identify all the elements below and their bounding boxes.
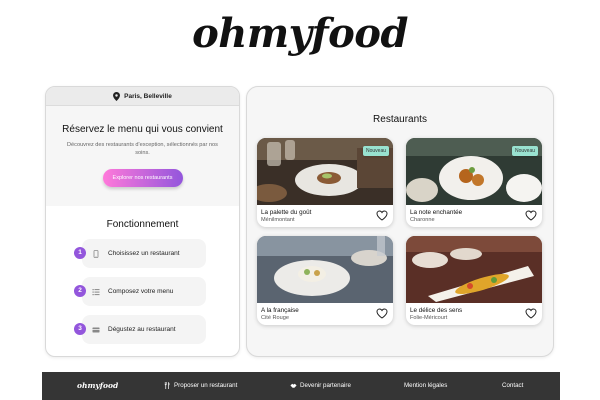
restaurant-card-4[interactable]: Le délice des sens Folie-Méricourt	[406, 236, 542, 325]
footer-link-partner[interactable]: Devenir partenaire	[290, 382, 351, 389]
site-logo[interactable]: ohmyfood	[0, 10, 600, 57]
restaurant-name: A la française	[261, 307, 299, 314]
hero-section: Réservez le menu qui vous convient Décou…	[46, 106, 239, 206]
footer-link-label: Proposer un restaurant	[174, 382, 238, 389]
footer-link-legal[interactable]: Mention légales	[404, 382, 447, 389]
explore-restaurants-button[interactable]: Explorer nos restaurants	[102, 169, 183, 188]
restaurants-panel: Restaurants Nouveau La palette du goût M…	[246, 86, 554, 357]
footer-link-label: Mention légales	[404, 382, 448, 389]
heart-icon[interactable]	[376, 210, 388, 221]
restaurant-photo	[406, 236, 542, 303]
restaurant-card-3[interactable]: A la française Cité Rouge	[257, 236, 393, 325]
step-number: 1	[74, 247, 86, 259]
restaurant-info: Le délice des sens Folie-Méricourt	[406, 303, 542, 325]
mobile-icon	[93, 249, 99, 258]
step-enjoy[interactable]: 3 Dégustez au restaurant	[74, 315, 206, 344]
step-choose-restaurant[interactable]: 1 Choisissez un restaurant	[74, 239, 206, 268]
footer-link-propose[interactable]: Proposer un restaurant	[164, 382, 237, 389]
list-icon	[92, 288, 100, 295]
step-label: Choisissez un restaurant	[108, 250, 180, 257]
heart-icon[interactable]	[525, 210, 537, 221]
how-it-works-title: Fonctionnement	[106, 219, 179, 230]
location-pin-icon	[113, 91, 121, 101]
restaurant-name: La note enchantée	[410, 209, 463, 216]
footer-logo[interactable]: ohmyfood	[77, 381, 118, 390]
restaurant-area: Cité Rouge	[261, 315, 289, 321]
restaurant-info: La palette du goût Ménilmontant	[257, 205, 393, 227]
booking-panel: Paris, Belleville Réservez le menu qui v…	[45, 86, 240, 357]
footer-link-contact[interactable]: Contact	[502, 382, 523, 389]
tray-icon	[92, 327, 100, 332]
hero-title: Réservez le menu qui vous convient	[62, 124, 223, 135]
step-label: Composez votre menu	[108, 288, 174, 295]
new-badge: Nouveau	[362, 146, 389, 156]
footer-link-label: Contact	[502, 382, 524, 389]
restaurant-area: Ménilmontant	[261, 217, 295, 223]
step-number: 3	[74, 323, 86, 335]
restaurant-info: A la française Cité Rouge	[257, 303, 393, 325]
new-badge: Nouveau	[511, 146, 538, 156]
footer-link-label: Devenir partenaire	[300, 382, 351, 389]
hero-subtitle: Découvrez des restaurants d'exception, s…	[67, 142, 218, 157]
heart-icon[interactable]	[376, 308, 388, 319]
restaurant-name: Le délice des sens	[410, 307, 463, 314]
restaurant-info: La note enchantée Charonne	[406, 205, 542, 227]
restaurant-area: Charonne	[410, 217, 435, 223]
location-bar[interactable]: Paris, Belleville	[46, 87, 239, 106]
restaurant-card-1[interactable]: Nouveau La palette du goût Ménilmontant	[257, 138, 393, 227]
restaurants-title: Restaurants	[373, 114, 427, 125]
restaurant-name: La palette du goût	[261, 209, 312, 216]
restaurant-photo	[257, 236, 393, 303]
handshake-icon	[290, 383, 297, 388]
step-label: Dégustez au restaurant	[108, 326, 176, 333]
restaurant-card-2[interactable]: Nouveau La note enchantée Charonne	[406, 138, 542, 227]
step-compose-menu[interactable]: 2 Composez votre menu	[74, 277, 206, 306]
heart-icon[interactable]	[525, 308, 537, 319]
restaurant-area: Folie-Méricourt	[410, 315, 448, 321]
cutlery-icon	[164, 382, 170, 389]
location-text: Paris, Belleville	[124, 92, 172, 100]
footer: ohmyfood Proposer un restaurant Devenir …	[42, 372, 560, 400]
steps-list: 1 Choisissez un restaurant 2 Composez vo…	[46, 239, 239, 344]
step-number: 2	[74, 285, 86, 297]
